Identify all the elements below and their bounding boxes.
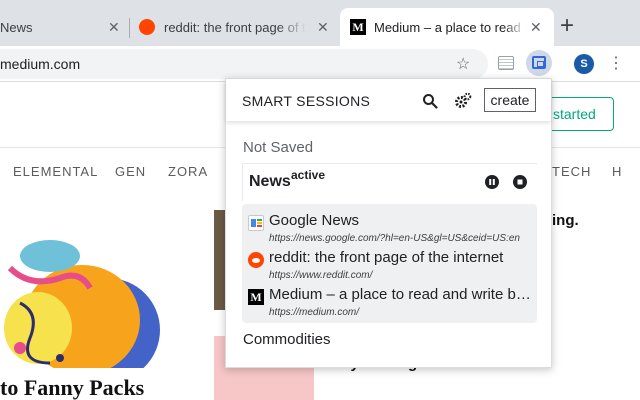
pause-icon[interactable]	[485, 175, 499, 189]
google-news-favicon-icon	[248, 215, 264, 231]
dot	[14, 342, 26, 354]
stop-icon[interactable]	[513, 175, 527, 189]
smart-sessions-popup: SMART SESSIONS create Not Saved News act…	[225, 78, 552, 368]
tab-item-url: https://news.google.com/?hl=en-US&gl=US&…	[269, 233, 520, 244]
smart-sessions-extension-icon[interactable]	[526, 50, 552, 76]
close-icon[interactable]: ✕	[108, 19, 120, 36]
session-name[interactable]: News	[249, 173, 291, 191]
article-title[interactable]: ing.	[552, 212, 579, 229]
tab-item-url: https://www.reddit.com/	[269, 270, 373, 281]
profile-avatar[interactable]: S	[574, 54, 594, 74]
new-tab-button[interactable]: +	[560, 14, 574, 38]
topic-link[interactable]: TECH	[552, 164, 591, 179]
tab-title: Medium – a place to read and write big i…	[374, 19, 526, 35]
reddit-favicon-icon	[248, 252, 264, 268]
reader-extension-icon[interactable]	[498, 56, 514, 70]
tab-item-title[interactable]: Google News	[269, 212, 534, 229]
yellow-shape	[4, 292, 72, 364]
browser-tab-reddit[interactable]: reddit: the front page of the internet ✕	[130, 8, 338, 46]
session-tab-item[interactable]: M Medium – a place to read and write big…	[248, 286, 534, 324]
section-label-not-saved: Not Saved	[243, 139, 314, 156]
medium-favicon-icon: M	[350, 19, 366, 35]
gears-icon[interactable]	[454, 92, 472, 110]
session-tab-item[interactable]: reddit: the front page of the internet h…	[248, 249, 534, 287]
cyan-shape	[20, 240, 80, 272]
topic-link[interactable]: H	[612, 164, 622, 179]
browser-tab-medium[interactable]: M Medium – a place to read and write big…	[340, 8, 554, 46]
topic-link[interactable]: ZORA	[168, 164, 208, 179]
tab-item-title[interactable]: reddit: the front page of the internet	[269, 249, 534, 266]
close-icon[interactable]: ✕	[317, 19, 329, 36]
address-text[interactable]: medium.com	[0, 56, 80, 72]
dot	[56, 354, 64, 362]
popup-header: SMART SESSIONS create	[226, 79, 551, 121]
session-item-commodities[interactable]: Commodities	[243, 331, 331, 348]
session-tab-item[interactable]: Google News https://news.google.com/?hl=…	[248, 212, 534, 250]
close-icon[interactable]: ✕	[530, 19, 542, 36]
popup-title: SMART SESSIONS	[242, 93, 371, 109]
tab-item-title[interactable]: Medium – a place to read and write big i…	[269, 286, 534, 303]
medium-favicon-icon: M	[248, 289, 264, 305]
tab-title: News	[0, 19, 33, 35]
topic-link[interactable]: ELEMENTAL	[13, 164, 98, 179]
topic-link[interactable]: GEN	[115, 164, 146, 179]
browser-tab-news[interactable]: News ✕	[0, 8, 128, 46]
browser-menu-icon[interactable]: ⋮	[608, 54, 624, 74]
browser-toolbar: medium.com ☆ S ⋮	[0, 46, 640, 82]
tab-title: reddit: the front page of the internet	[164, 19, 306, 35]
tab-item-url: https://medium.com/	[269, 307, 360, 318]
address-bar[interactable]: medium.com ☆	[0, 49, 488, 79]
session-status-badge: active	[291, 168, 326, 182]
search-icon[interactable]	[422, 93, 438, 109]
bookmark-star-icon[interactable]: ☆	[456, 54, 470, 74]
session-tab-list: Google News https://news.google.com/?hl=…	[242, 204, 537, 323]
session-header-news[interactable]: News active	[242, 163, 537, 201]
hero-illustration[interactable]	[0, 208, 165, 368]
create-session-button[interactable]: create	[484, 88, 536, 112]
reddit-favicon-icon	[139, 19, 155, 35]
tab-strip: News ✕ reddit: the front page of the int…	[0, 0, 640, 46]
hero-article-title[interactable]: to Fanny Packs	[0, 375, 144, 400]
